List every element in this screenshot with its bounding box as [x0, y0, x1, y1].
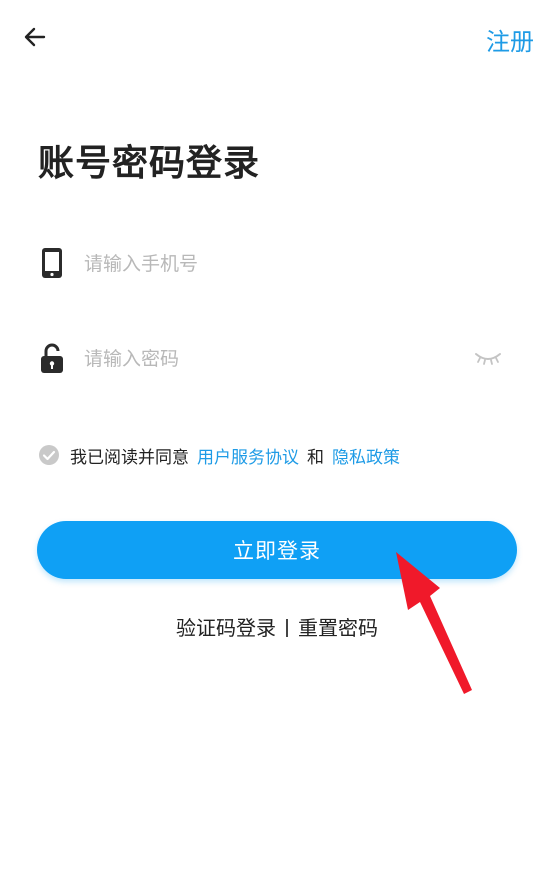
privacy-link[interactable]: 隐私政策 — [332, 443, 400, 468]
terms-link[interactable]: 用户服务协议 — [197, 443, 299, 468]
agreement-text: 我已阅读并同意 — [70, 447, 189, 468]
password-input[interactable] — [82, 342, 466, 376]
register-link[interactable]: 注册 — [486, 22, 534, 57]
top-bar: 注册 — [0, 0, 554, 76]
check-circle-icon[interactable] — [38, 444, 60, 466]
divider — [286, 619, 288, 637]
sms-login-link[interactable]: 验证码登录 — [176, 616, 276, 640]
lock-icon — [41, 343, 63, 373]
password-field — [38, 332, 516, 384]
eye-closed-icon[interactable] — [474, 350, 502, 366]
reset-password-link[interactable]: 重置密码 — [298, 616, 378, 640]
agreement-and: 和 — [307, 447, 324, 468]
arrow-left-icon — [24, 27, 46, 47]
phone-field — [38, 237, 516, 289]
phone-input[interactable] — [82, 247, 466, 281]
back-button[interactable] — [20, 22, 50, 52]
page-title: 账号密码登录 — [38, 143, 261, 184]
phone-icon — [42, 248, 62, 278]
red-arrow-annotation — [396, 552, 472, 694]
agreement-row: 我已阅读并同意 用户服务协议 和 隐私政策 — [38, 442, 400, 468]
